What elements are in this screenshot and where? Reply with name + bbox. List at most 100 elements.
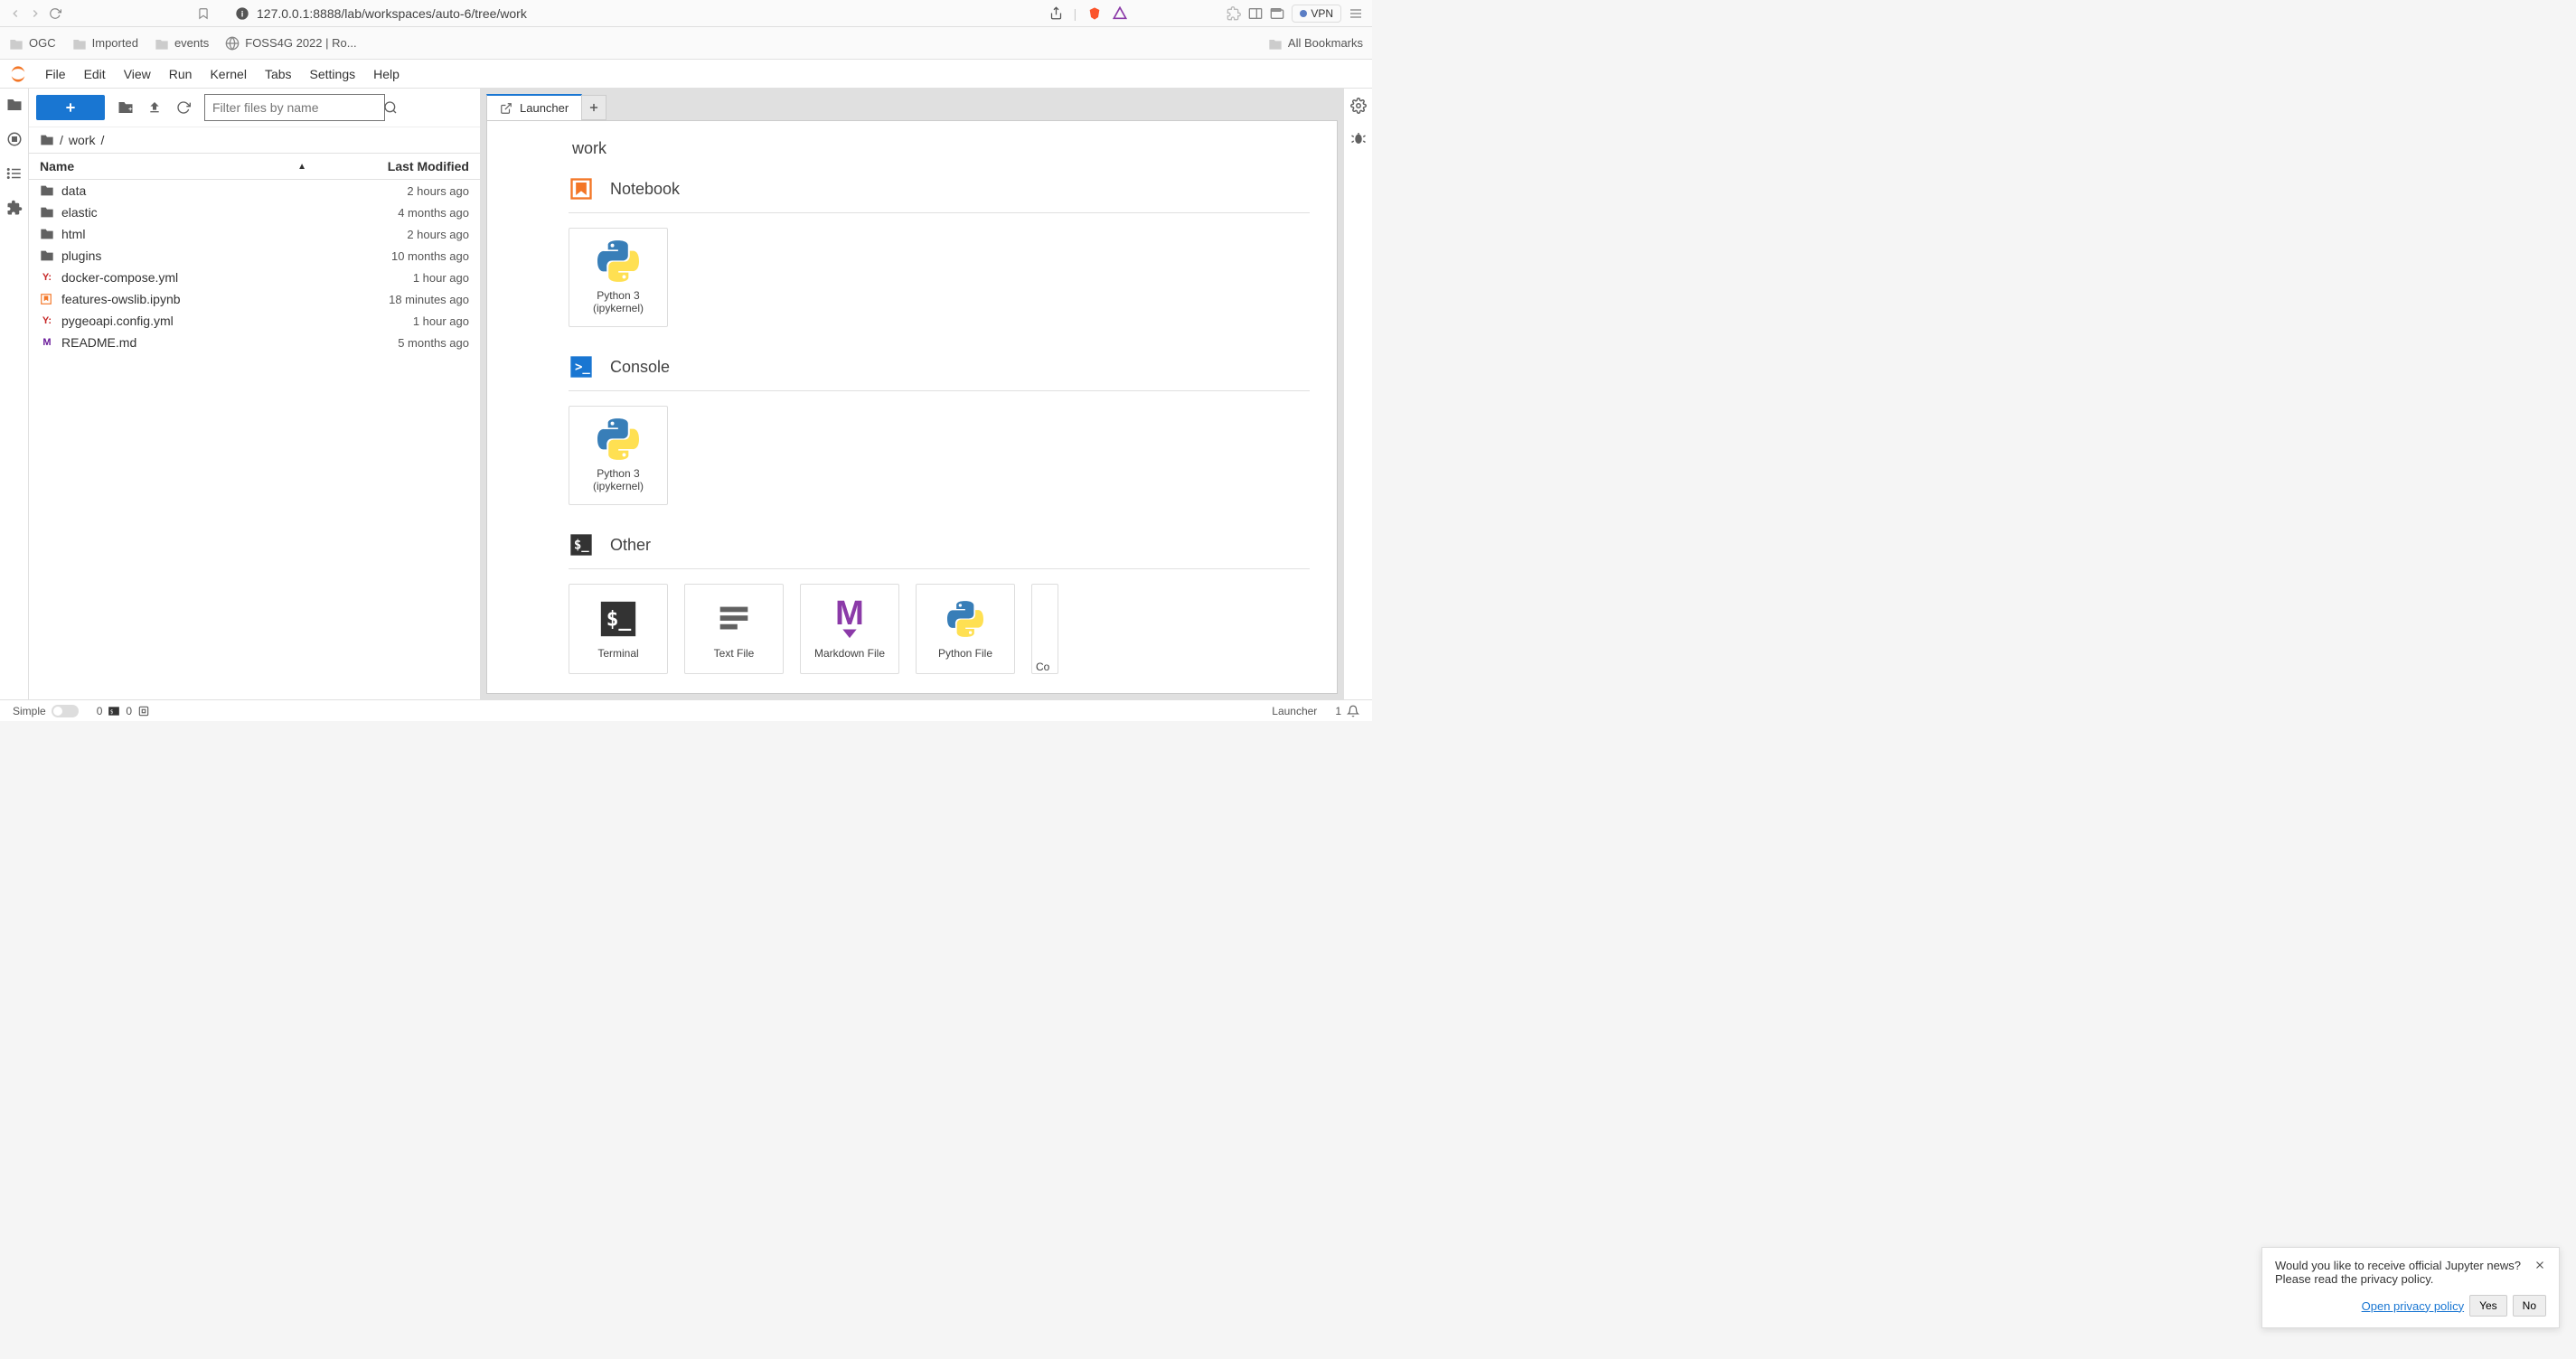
menu-file[interactable]: File [45, 67, 66, 81]
file-row[interactable]: html2 hours ago [29, 223, 480, 245]
file-name-label: pygeoapi.config.yml [61, 314, 174, 328]
news-no-button[interactable]: No [2513, 1295, 2546, 1317]
terminals-status[interactable]: 0 $ 0 [97, 705, 150, 717]
pythonfile-card[interactable]: Python File [916, 584, 1015, 674]
notification-line2: Please read the privacy policy. [2275, 1272, 2521, 1286]
bookmark-page-icon[interactable] [197, 6, 210, 21]
file-row[interactable]: features-owslib.ipynb 18 minutes ago [29, 288, 480, 310]
terminal-card[interactable]: $_ Terminal [569, 584, 668, 674]
file-toolbar: + [29, 89, 480, 127]
extensions-tab-icon[interactable] [5, 199, 24, 217]
bookmark-imported[interactable]: Imported [72, 36, 138, 50]
privacy-policy-link[interactable]: Open privacy policy [2362, 1299, 2464, 1313]
browser-menu-icon[interactable] [1349, 7, 1363, 20]
file-row[interactable]: plugins10 months ago [29, 245, 480, 267]
card-label: Python 3 (ipykernel) [593, 289, 644, 315]
folder-icon [40, 134, 54, 146]
close-icon[interactable] [2534, 1259, 2546, 1271]
markdown-icon: M [40, 337, 54, 348]
launcher-tab-icon [500, 102, 512, 115]
extensions-icon[interactable] [1227, 6, 1241, 21]
status-launcher[interactable]: Launcher [1272, 705, 1317, 717]
toc-tab-icon[interactable] [5, 164, 24, 183]
new-folder-icon[interactable]: + [118, 99, 134, 116]
bookmark-ogc[interactable]: OGC [9, 36, 56, 50]
add-tab-button[interactable] [581, 95, 606, 120]
nav-back-icon[interactable] [9, 7, 22, 20]
share-icon[interactable] [1049, 6, 1063, 20]
sort-ascending-icon: ▲ [297, 162, 306, 172]
notebook-python3-card[interactable]: Python 3 (ipykernel) [569, 228, 668, 327]
file-row[interactable]: data2 hours ago [29, 180, 480, 202]
right-rail [1343, 89, 1372, 699]
site-info-icon[interactable]: i [235, 6, 249, 21]
status-mode[interactable]: 1 [1335, 705, 1359, 717]
menu-tabs[interactable]: Tabs [265, 67, 292, 81]
refresh-icon[interactable] [175, 99, 192, 116]
debugger-icon[interactable] [1350, 130, 1367, 146]
brave-rewards-icon[interactable] [1113, 6, 1127, 21]
file-modified-label: 1 hour ago [334, 271, 469, 285]
file-row[interactable]: MREADME.md5 months ago [29, 332, 480, 353]
file-name-label: docker-compose.yml [61, 270, 178, 285]
filter-input-wrapper [204, 94, 385, 121]
running-tab-icon[interactable] [5, 130, 24, 148]
breadcrumb[interactable]: / work / [29, 127, 480, 153]
textfile-card[interactable]: Text File [684, 584, 784, 674]
jupyter-logo-icon[interactable] [9, 65, 27, 83]
python-icon [597, 240, 639, 282]
menu-help[interactable]: Help [373, 67, 400, 81]
file-browser-tab-icon[interactable] [5, 96, 24, 114]
launcher-section-notebook: Notebook Python 3 (ipykernel) [514, 176, 1310, 327]
file-row[interactable]: Y:pygeoapi.config.yml1 hour ago [29, 310, 480, 332]
bookmark-events[interactable]: events [155, 36, 209, 50]
launcher-tab[interactable]: Launcher [486, 94, 582, 120]
markdown-icon: M [829, 598, 870, 640]
menu-view[interactable]: View [124, 67, 151, 81]
launcher-content: work Notebook Python 3 (ipykernel) [486, 120, 1338, 694]
vpn-status-dot-icon [1300, 10, 1307, 17]
property-inspector-icon[interactable] [1350, 98, 1367, 114]
new-launcher-button[interactable] [36, 95, 105, 120]
menu-kernel[interactable]: Kernel [210, 67, 246, 81]
markdown-card[interactable]: M Markdown File [800, 584, 899, 674]
file-row[interactable]: elastic4 months ago [29, 202, 480, 223]
menu-run[interactable]: Run [169, 67, 193, 81]
url-text: 127.0.0.1:8888/lab/workspaces/auto-6/tre… [257, 6, 527, 21]
vpn-badge[interactable]: VPN [1292, 5, 1341, 23]
wallet-icon[interactable] [1270, 7, 1284, 20]
folder-icon [155, 37, 169, 50]
file-list-header[interactable]: Name ▲ Last Modified [29, 153, 480, 180]
menu-edit[interactable]: Edit [84, 67, 106, 81]
brave-shields-icon[interactable] [1087, 5, 1102, 22]
news-yes-button[interactable]: Yes [2469, 1295, 2507, 1317]
console-section-icon: >_ [569, 354, 594, 380]
file-name-label: features-owslib.ipynb [61, 292, 181, 306]
nav-forward-icon[interactable] [29, 7, 42, 20]
menu-settings[interactable]: Settings [310, 67, 356, 81]
sidebar-icon[interactable] [1248, 7, 1263, 20]
file-list: data2 hours agoelastic4 months agohtml2 … [29, 180, 480, 699]
simple-mode-toggle[interactable]: Simple [13, 705, 79, 717]
nav-reload-icon[interactable] [49, 7, 61, 20]
url-bar[interactable]: i 127.0.0.1:8888/lab/workspaces/auto-6/t… [226, 3, 1033, 24]
file-row[interactable]: Y:docker-compose.yml1 hour ago [29, 267, 480, 288]
yaml-icon: Y: [40, 315, 54, 326]
python-icon [945, 598, 986, 640]
other-section-icon: $_ [569, 532, 594, 558]
console-python3-card[interactable]: Python 3 (ipykernel) [569, 406, 668, 505]
folder-icon [40, 184, 54, 197]
bookmark-foss4g[interactable]: FOSS4G 2022 | Ro... [225, 36, 356, 51]
upload-icon[interactable] [146, 99, 163, 116]
filter-input[interactable] [212, 100, 376, 115]
news-notification: Would you like to receive official Jupyt… [2261, 1247, 2560, 1328]
cutoff-card[interactable]: Co [1031, 584, 1058, 674]
status-bar: Simple 0 $ 0 Launcher 1 [0, 699, 1372, 721]
launcher-section-console: >_ Console Python 3 (ipykernel) [514, 354, 1310, 505]
svg-text:$_: $_ [606, 607, 632, 631]
activity-bar [0, 89, 29, 699]
file-browser-panel: + / work / Name ▲ [29, 89, 481, 699]
search-icon [383, 100, 398, 115]
all-bookmarks[interactable]: All Bookmarks [1268, 36, 1363, 50]
file-modified-label: 18 minutes ago [334, 293, 469, 306]
